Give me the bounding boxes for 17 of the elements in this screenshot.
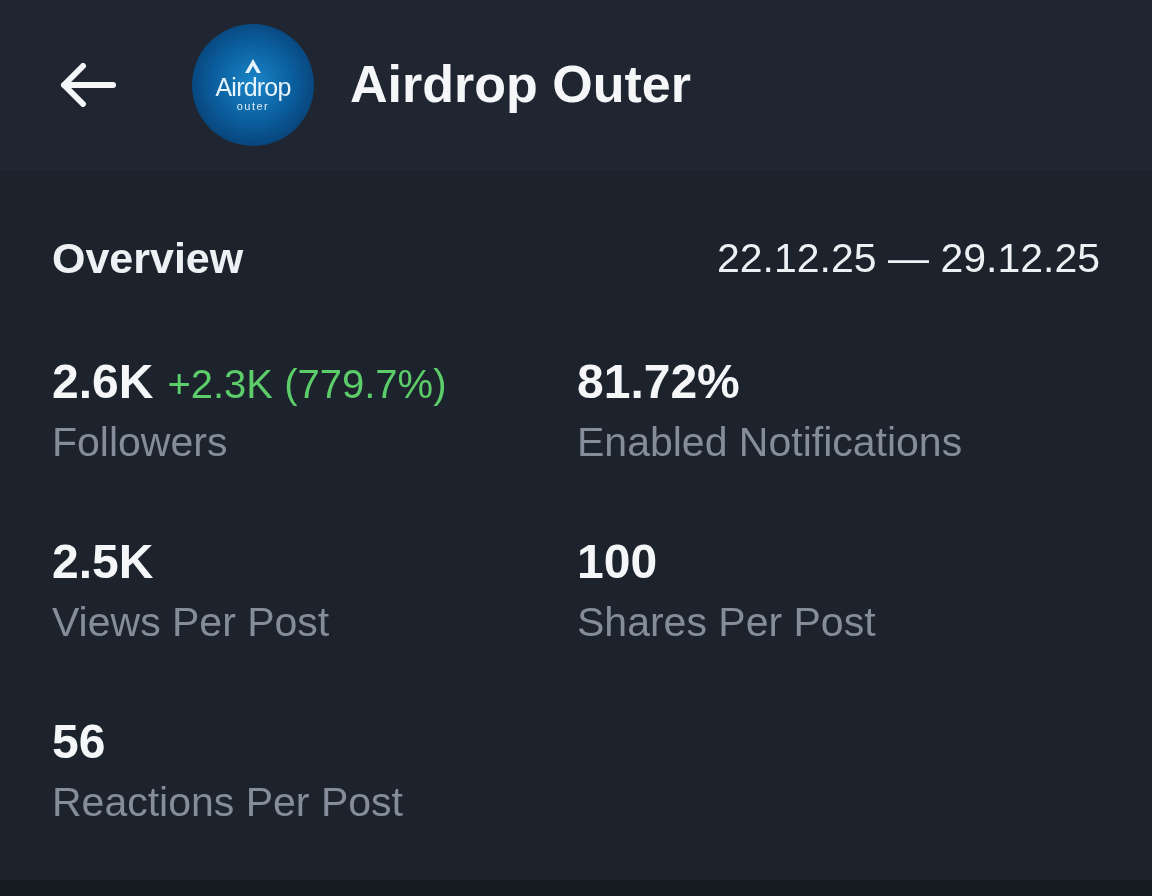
stat-label: Enabled Notifications — [577, 418, 963, 466]
stat-value: 2.6K — [52, 354, 154, 410]
stat-value: 100 — [577, 534, 658, 590]
stat-label: Followers — [52, 418, 228, 466]
back-arrow-icon[interactable] — [60, 63, 116, 107]
channel-name: Airdrop Outer — [350, 54, 691, 115]
stat-change: +2.3K (779.7%) — [167, 361, 447, 408]
stat-value: 2.5K — [52, 534, 154, 590]
date-range: 22.12.25 — 29.12.25 — [717, 234, 1100, 283]
logo-subtext: outer — [236, 99, 270, 112]
stat-value: 56 — [52, 714, 106, 770]
stat-value: 81.72% — [577, 354, 740, 410]
logo-mark-icon — [245, 58, 261, 73]
section-title: Overview — [52, 233, 244, 284]
stat-label: Shares Per Post — [577, 598, 876, 646]
stat-label: Views Per Post — [52, 598, 330, 646]
stat-label: Reactions Per Post — [52, 778, 403, 826]
